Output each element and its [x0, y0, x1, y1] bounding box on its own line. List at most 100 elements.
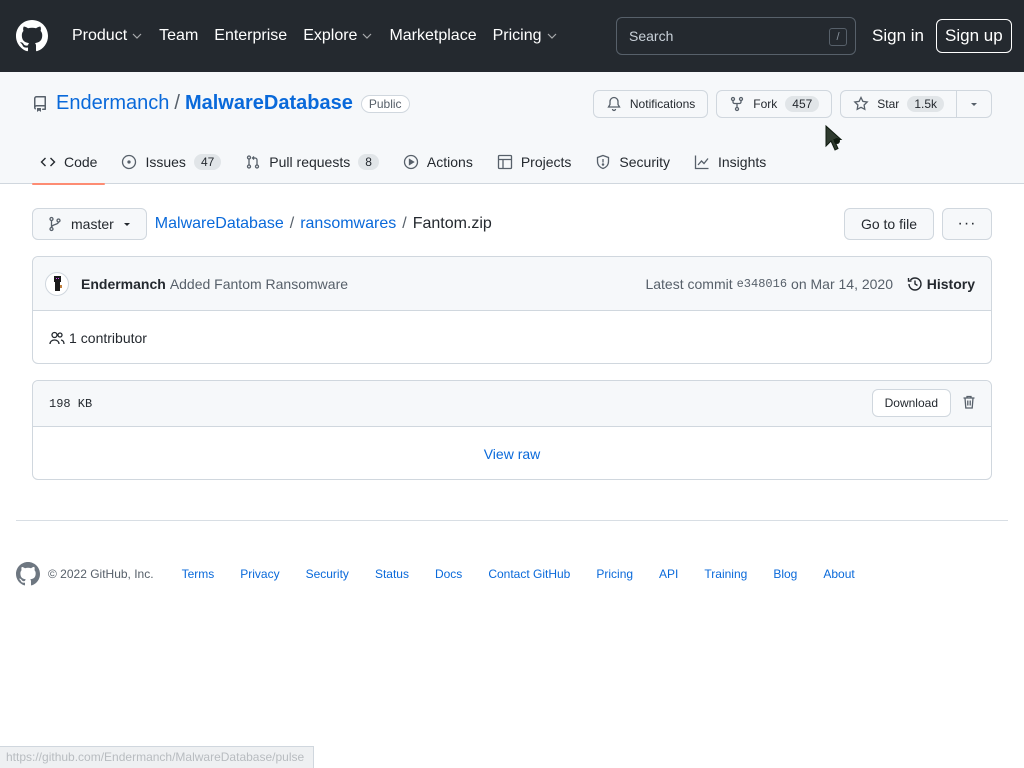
chevron-down-icon: [361, 30, 373, 42]
nav-pricing[interactable]: Pricing: [493, 27, 558, 45]
tab-security[interactable]: Security: [587, 140, 678, 184]
nav-explore[interactable]: Explore: [303, 27, 373, 45]
repo-owner-link[interactable]: Endermanch: [56, 92, 169, 115]
file-viewer: 198 KB Download View raw: [32, 380, 992, 480]
global-nav: Product Team Enterprise Explore Marketpl…: [72, 27, 574, 45]
repo-title: Endermanch / MalwareDatabase Public: [32, 92, 410, 115]
footer-link-docs[interactable]: Docs: [435, 567, 462, 581]
footer-divider: [16, 520, 1008, 521]
footer-link-privacy[interactable]: Privacy: [240, 567, 279, 581]
tab-actions[interactable]: Actions: [395, 140, 481, 184]
link-preview-status: https://github.com/Endermanch/MalwareDat…: [0, 746, 314, 768]
file-body: View raw: [33, 427, 991, 480]
repo-icon: [32, 95, 48, 112]
sign-in-link[interactable]: Sign in: [872, 26, 924, 46]
tab-projects[interactable]: Projects: [489, 140, 580, 184]
table-icon: [497, 154, 513, 170]
star-list-dropdown[interactable]: [957, 90, 992, 118]
tab-issues[interactable]: Issues 47: [113, 140, 229, 184]
commit-sha-link[interactable]: e348016: [737, 277, 787, 291]
bell-icon: [606, 96, 622, 112]
tab-pull-requests[interactable]: Pull requests 8: [237, 140, 387, 184]
footer: © 2022 GitHub, Inc. Terms Privacy Securi…: [16, 562, 881, 586]
nav-marketplace[interactable]: Marketplace: [389, 27, 476, 45]
footer-link-api[interactable]: API: [659, 567, 678, 581]
download-button[interactable]: Download: [871, 389, 951, 417]
shield-icon: [595, 154, 611, 170]
global-header: Product Team Enterprise Explore Marketpl…: [0, 0, 1024, 72]
triangle-down-icon: [122, 219, 132, 229]
pull-requests-count: 8: [358, 154, 379, 170]
file-header: 198 KB Download: [33, 381, 991, 427]
breadcrumb: MalwareDatabase / ransomwares / Fantom.z…: [155, 215, 492, 233]
footer-link-pricing[interactable]: Pricing: [596, 567, 633, 581]
branch-select-button[interactable]: master: [32, 208, 147, 240]
github-logo-icon[interactable]: [16, 20, 48, 52]
star-button[interactable]: Star 1.5k: [840, 90, 957, 118]
people-icon: [49, 330, 65, 346]
view-raw-link[interactable]: View raw: [484, 446, 541, 462]
footer-link-security[interactable]: Security: [306, 567, 349, 581]
search-input[interactable]: [629, 28, 819, 44]
git-branch-icon: [47, 216, 63, 232]
latest-commit-box: Endermanch Added Fantom Ransomware Lates…: [32, 256, 992, 364]
repo-tabs: Code Issues 47 Pull requests 8 Actions P…: [32, 140, 782, 185]
contributors-count: 1: [69, 329, 77, 346]
github-mark-icon[interactable]: [16, 562, 40, 586]
mouse-cursor-icon: [824, 124, 852, 157]
git-pull-request-icon: [245, 154, 261, 170]
breadcrumb-file-name: Fantom.zip: [412, 215, 492, 232]
commit-header: Endermanch Added Fantom Ransomware Lates…: [33, 257, 991, 311]
graph-icon: [694, 154, 710, 170]
history-icon: [907, 276, 923, 292]
go-to-file-button[interactable]: Go to file: [843, 208, 934, 240]
footer-link-blog[interactable]: Blog: [773, 567, 797, 581]
file-size: 198 KB: [49, 396, 93, 411]
star-icon: [853, 96, 869, 112]
visibility-badge: Public: [360, 94, 410, 113]
chevron-down-icon: [131, 30, 143, 42]
more-options-button[interactable]: ···: [942, 208, 992, 240]
notifications-button[interactable]: Notifications: [592, 90, 709, 118]
repo-forked-icon: [729, 96, 745, 112]
avatar[interactable]: [45, 271, 69, 296]
nav-enterprise[interactable]: Enterprise: [214, 27, 287, 45]
breadcrumb-folder-link[interactable]: ransomwares: [300, 215, 396, 233]
nav-team[interactable]: Team: [159, 27, 198, 45]
tab-code[interactable]: Code: [32, 140, 106, 185]
repo-name-link[interactable]: MalwareDatabase: [185, 92, 353, 115]
star-group: Star 1.5k: [840, 90, 992, 118]
play-icon: [403, 154, 419, 170]
nav-product[interactable]: Product: [72, 27, 143, 45]
branch-name: master: [71, 216, 114, 232]
commit-meta: Latest commit e348016 on Mar 14, 2020: [645, 275, 893, 292]
footer-copyright: © 2022 GitHub, Inc.: [48, 567, 154, 581]
sign-up-button[interactable]: Sign up: [936, 19, 1012, 53]
footer-link-contact[interactable]: Contact GitHub: [488, 567, 570, 581]
breadcrumb-repo-link[interactable]: MalwareDatabase: [155, 215, 284, 233]
triangle-down-icon: [969, 99, 979, 109]
history-link[interactable]: History: [907, 276, 975, 292]
code-icon: [40, 154, 56, 170]
star-count: 1.5k: [907, 96, 944, 112]
repo-header: Endermanch / MalwareDatabase Public Noti…: [0, 72, 1024, 185]
trash-icon[interactable]: [961, 394, 977, 410]
commit-message-link[interactable]: Added Fantom Ransomware: [170, 276, 348, 292]
search-shortcut-key: /: [829, 28, 847, 46]
footer-link-status[interactable]: Status: [375, 567, 409, 581]
search-box[interactable]: /: [616, 17, 856, 55]
fork-button[interactable]: Fork 457: [716, 90, 833, 118]
footer-link-about[interactable]: About: [823, 567, 854, 581]
breadcrumb-separator: /: [289, 215, 295, 232]
repo-actions: Notifications Fork 457 Star 1.5k: [585, 90, 992, 118]
file-navigation: master MalwareDatabase / ransomwares / F…: [32, 208, 992, 240]
issue-opened-icon: [121, 154, 137, 170]
chevron-down-icon: [546, 30, 558, 42]
commit-author-link[interactable]: Endermanch: [81, 276, 166, 292]
footer-link-terms[interactable]: Terms: [182, 567, 215, 581]
footer-link-training[interactable]: Training: [704, 567, 747, 581]
fork-count: 457: [785, 96, 820, 112]
issues-count: 47: [193, 154, 222, 170]
tab-insights[interactable]: Insights: [686, 140, 774, 184]
contributors-row[interactable]: 1 contributor: [33, 311, 991, 364]
